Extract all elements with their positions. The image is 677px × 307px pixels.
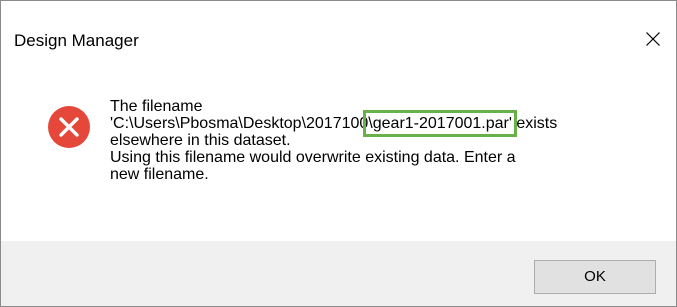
message-line-3: elsewhere in this dataset. (110, 132, 291, 149)
design-manager-dialog: Design Manager The filename 'C:\Users\Pb… (0, 0, 677, 307)
close-button[interactable] (633, 21, 673, 57)
message-line-5: new filename. (110, 166, 209, 183)
title-bar: Design Manager (1, 1, 676, 77)
ok-button[interactable]: OK (534, 260, 656, 294)
highlighted-filename: \gear1-2017001.par' (363, 110, 517, 137)
message-line-2-suffix: exists (511, 115, 558, 132)
message-line-1: The filename (110, 98, 203, 115)
error-message: The filename 'C:\Users\Pbosma\Desktop\20… (110, 98, 670, 183)
dialog-title: Design Manager (14, 31, 139, 50)
message-line-4: Using this filename would overwrite exis… (110, 149, 516, 166)
file-path-prefix: 'C:\Users\Pbosma\Desktop\2017100 (110, 115, 369, 132)
error-x-icon (48, 106, 90, 148)
message-line-2: 'C:\Users\Pbosma\Desktop\2017100\gear1-2… (110, 110, 670, 137)
close-icon (646, 32, 660, 46)
